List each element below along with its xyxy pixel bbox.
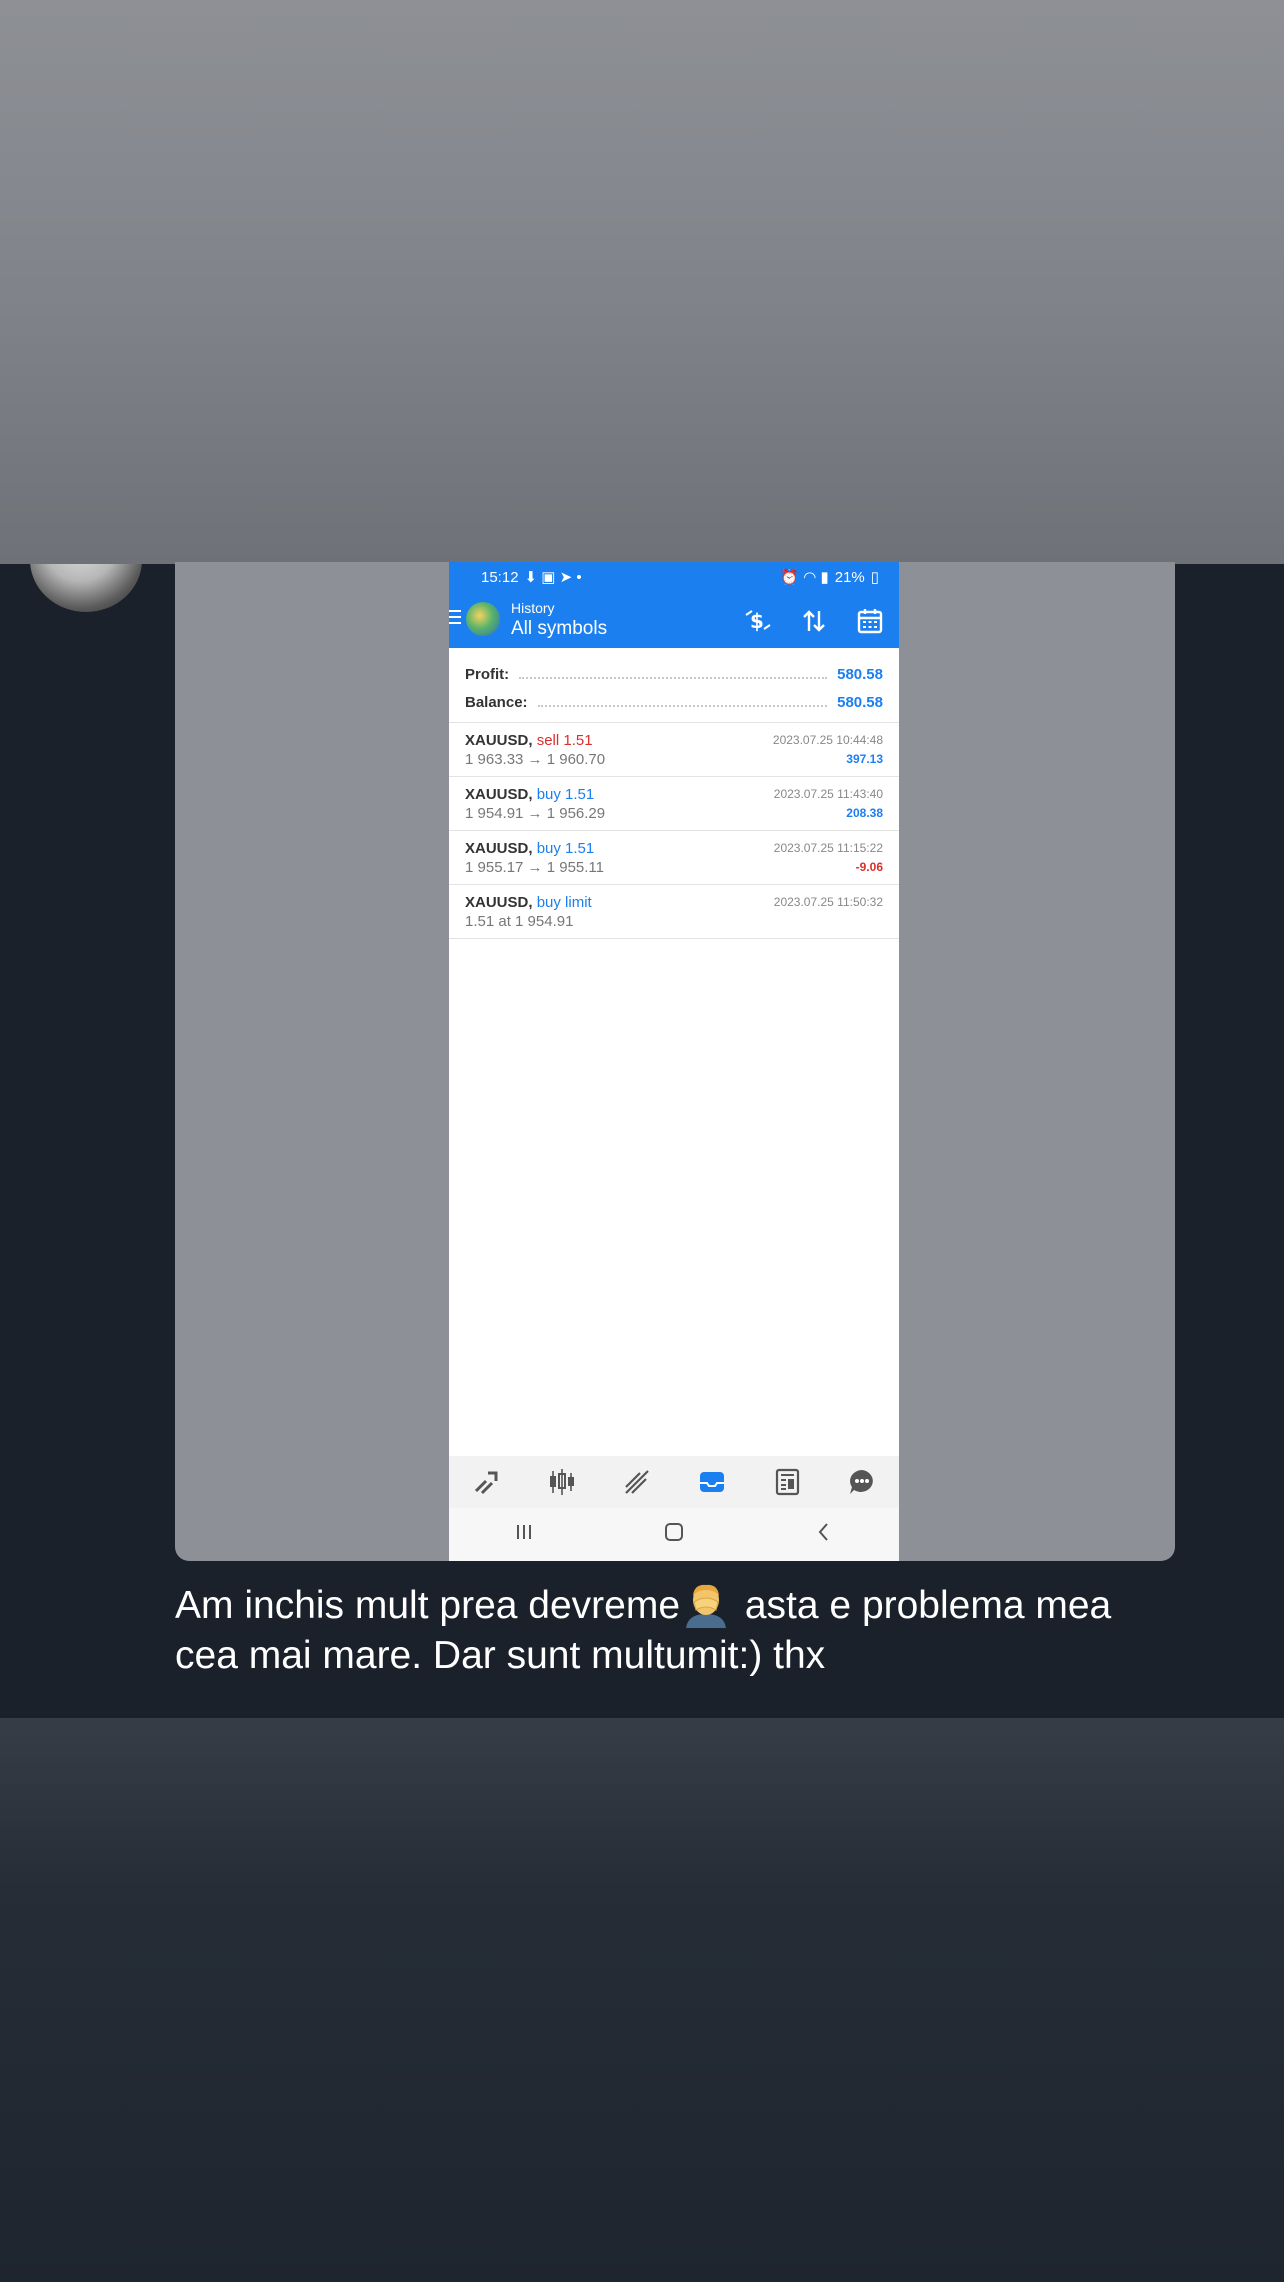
deal-prices: 1 955.17 → 1 955.11 (465, 859, 604, 876)
history-icon[interactable] (694, 1464, 730, 1500)
deal-prices: 1 963.33 → 1 960.70 (465, 751, 606, 768)
profit-value: 580.58 (837, 665, 883, 683)
app-logo-icon (466, 602, 500, 636)
deal-prices: 1 954.91 → 1 956.29 (465, 805, 606, 822)
dotted-leader (537, 705, 828, 707)
recent-apps-icon[interactable] (512, 1520, 536, 1549)
news-icon[interactable] (769, 1464, 805, 1500)
account-summary: Profit: 580.58 Balance: 580.58 (449, 648, 899, 723)
deal-symbol: XAUUSD, (465, 786, 533, 803)
deal-prices: 1.51 at 1 954.91 (465, 913, 574, 930)
deal-row[interactable]: XAUUSD, buy 1.51 1 954.91 → 1 956.29 202… (449, 777, 899, 831)
deal-symbol: XAUUSD, (465, 894, 533, 911)
app-bar: History All symbols $ (449, 592, 899, 648)
face-palm-emoji-icon (682, 1580, 730, 1628)
deal-profit: 397.13 (846, 752, 883, 766)
back-icon[interactable] (812, 1520, 836, 1549)
deal-row[interactable]: XAUUSD, buy limit 1.51 at 1 954.91 2023.… (449, 885, 899, 939)
phone-status-bar: 15:12 ⬇ ▣ ➤ • ⏰ ◠ ▮ 21% ▯ (449, 562, 899, 592)
trade-icon[interactable] (619, 1464, 655, 1500)
svg-text:$: $ (750, 609, 764, 633)
deal-time: 2023.07.25 11:50:32 (773, 895, 883, 909)
chat-icon[interactable] (844, 1464, 880, 1500)
app-bar-title[interactable]: All symbols (511, 618, 607, 640)
dotted-leader (519, 677, 828, 679)
currency-exchange-icon[interactable]: $ (743, 606, 773, 636)
deal-action: buy 1.51 (536, 786, 595, 803)
app-bottom-navigation (449, 1456, 899, 1508)
calendar-icon[interactable] (855, 606, 885, 636)
header-overlay (0, 0, 1284, 564)
deal-action: buy 1.51 (536, 840, 595, 857)
battery-level: 21% (834, 568, 865, 586)
hamburger-menu-icon[interactable] (449, 610, 461, 624)
deal-row[interactable]: XAUUSD, buy 1.51 1 955.17 → 1 955.11 202… (449, 831, 899, 885)
deal-action: buy limit (536, 894, 592, 911)
status-time: 15:12 (481, 568, 519, 586)
blurred-footer-background (0, 1718, 1284, 2282)
post-image[interactable]: 15:12 ⬇ ▣ ➤ • ⏰ ◠ ▮ 21% ▯ History All sy… (175, 562, 1175, 1561)
deal-time: 2023.07.25 11:43:40 (773, 787, 883, 801)
quotes-icon[interactable] (469, 1464, 505, 1500)
deal-symbol: XAUUSD, (465, 840, 533, 857)
home-icon[interactable] (662, 1520, 686, 1549)
profit-label: Profit: (465, 665, 510, 683)
caption-text-start: Am inchis mult prea devreme (175, 1584, 681, 1627)
profit-row: Profit: 580.58 (465, 660, 883, 688)
app-bar-subtitle: History (511, 600, 555, 616)
deal-action: sell 1.51 (536, 732, 593, 749)
deal-symbol: XAUUSD, (465, 732, 533, 749)
deal-profit: 208.38 (846, 806, 883, 820)
deal-time: 2023.07.25 11:15:22 (773, 841, 883, 855)
post-caption: Am inchis mult prea devreme asta e probl… (175, 1580, 1175, 1681)
signal-icons: ⏰ ◠ ▮ (780, 569, 829, 586)
chart-candles-icon[interactable] (544, 1464, 580, 1500)
balance-label: Balance: (465, 693, 528, 711)
system-navigation-bar (449, 1508, 899, 1561)
notification-icons: ⬇ ▣ ➤ • (524, 569, 582, 586)
battery-icon: ▯ (870, 569, 879, 586)
phone-screenshot: 15:12 ⬇ ▣ ➤ • ⏰ ◠ ▮ 21% ▯ History All sy… (449, 562, 899, 1561)
deal-profit: -9.06 (855, 860, 883, 874)
deal-row[interactable]: XAUUSD, sell 1.51 1 963.33 → 1 960.70 20… (449, 723, 899, 777)
deal-time: 2023.07.25 10:44:48 (772, 733, 883, 747)
sort-icon[interactable] (799, 606, 829, 636)
balance-row: Balance: 580.58 (465, 688, 883, 716)
balance-value: 580.58 (837, 693, 883, 711)
